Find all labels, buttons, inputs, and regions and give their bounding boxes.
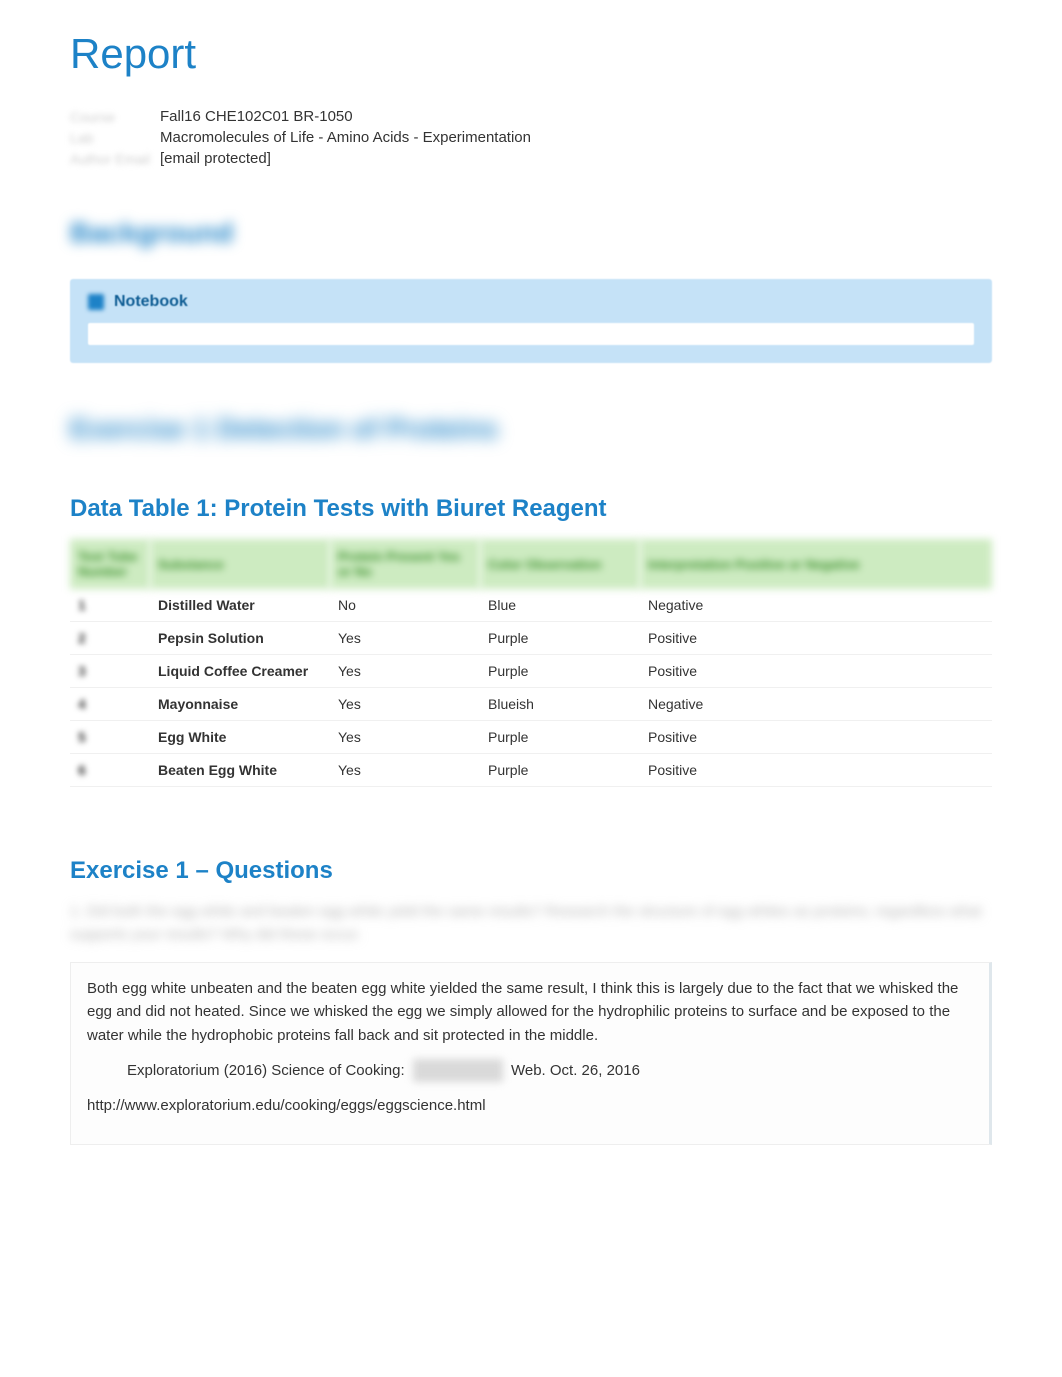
meta-block: Course Fall16 CHE102C01 BR-1050 Lab Macr… [70,98,992,177]
background-heading-blurred: Background [70,217,992,249]
cell-substance: Mayonnaise [150,688,330,721]
cell-color: Blueish [480,688,640,721]
meta-value-email: [email protected] [160,150,271,167]
cell-interpretation: Positive [640,721,992,754]
cell-number: 1 [70,589,150,622]
notebook-panel: Notebook [70,279,992,363]
cell-color: Purple [480,622,640,655]
meta-row-course: Course Fall16 CHE102C01 BR-1050 [70,108,992,125]
cell-interpretation: Negative [640,589,992,622]
cell-color: Purple [480,721,640,754]
question-1-prompt-blurred: 1. Did both the egg white and beaten egg… [70,901,992,946]
col-header-color: Color Observation [480,539,640,589]
cell-substance: Egg White [150,721,330,754]
answer-paragraph: Both egg white unbeaten and the beaten e… [87,977,973,1047]
cell-interpretation: Negative [640,688,992,721]
citation-hidden-blurred: hidden text [413,1059,503,1082]
table-row: 1Distilled WaterNoBlueNegative [70,589,992,622]
notebook-title: Notebook [114,293,188,311]
cell-substance: Distilled Water [150,589,330,622]
cell-color: Purple [480,754,640,787]
table-row: 4MayonnaiseYesBlueishNegative [70,688,992,721]
answer-url: http://www.exploratorium.edu/cooking/egg… [87,1094,973,1117]
cell-interpretation: Positive [640,622,992,655]
cell-substance: Pepsin Solution [150,622,330,655]
table-header-row: Test Tube Number Substance Protein Prese… [70,539,992,589]
cell-protein-present: Yes [330,622,480,655]
col-header-protein: Protein Present Yes or No [330,539,480,589]
table-row: 2Pepsin SolutionYesPurplePositive [70,622,992,655]
notebook-body-empty [88,323,974,345]
meta-row-email: Author Email [email protected] [70,150,992,167]
cell-protein-present: Yes [330,721,480,754]
citation-source: Exploratorium (2016) Science of Cooking: [127,1062,405,1079]
page-title: Report [70,30,992,78]
data-table-1: Test Tube Number Substance Protein Prese… [70,539,992,787]
table-row: 5Egg WhiteYesPurplePositive [70,721,992,754]
col-header-interpretation: Interpretation Positive or Negative [640,539,992,589]
cell-color: Blue [480,589,640,622]
cell-number: 2 [70,622,150,655]
citation-date: Web. Oct. 26, 2016 [511,1062,640,1079]
exercise1-heading-blurred: Exercise 1 Detection of Proteins [70,413,992,445]
cell-protein-present: Yes [330,655,480,688]
col-header-number: Test Tube Number [70,539,150,589]
cell-protein-present: No [330,589,480,622]
answer-citation: Exploratorium (2016) Science of Cooking:… [87,1059,973,1083]
cell-number: 3 [70,655,150,688]
cell-number: 6 [70,754,150,787]
cell-substance: Liquid Coffee Creamer [150,655,330,688]
meta-label: Course [70,109,160,125]
data-table-1-title: Data Table 1: Protein Tests with Biuret … [70,495,992,523]
meta-value-lab: Macromolecules of Life - Amino Acids - E… [160,129,531,146]
cell-interpretation: Positive [640,655,992,688]
question-1-block: 1. Did both the egg white and beaten egg… [70,901,992,1145]
meta-row-lab: Lab Macromolecules of Life - Amino Acids… [70,129,992,146]
cell-number: 4 [70,688,150,721]
cell-number: 5 [70,721,150,754]
cell-interpretation: Positive [640,754,992,787]
cell-protein-present: Yes [330,754,480,787]
answer-url-link[interactable]: http://www.exploratorium.edu/cooking/egg… [87,1097,486,1114]
cell-protein-present: Yes [330,688,480,721]
meta-label: Author Email [70,151,160,167]
cell-color: Purple [480,655,640,688]
meta-value-course: Fall16 CHE102C01 BR-1050 [160,108,353,125]
col-header-substance: Substance [150,539,330,589]
cell-substance: Beaten Egg White [150,754,330,787]
notebook-header: Notebook [88,293,974,311]
meta-label: Lab [70,130,160,146]
notebook-icon [88,294,104,310]
table-row: 3Liquid Coffee CreamerYesPurplePositive [70,655,992,688]
table-row: 6Beaten Egg WhiteYesPurplePositive [70,754,992,787]
answer-box: Both egg white unbeaten and the beaten e… [70,962,992,1145]
exercise1-questions-heading: Exercise 1 – Questions [70,857,992,885]
